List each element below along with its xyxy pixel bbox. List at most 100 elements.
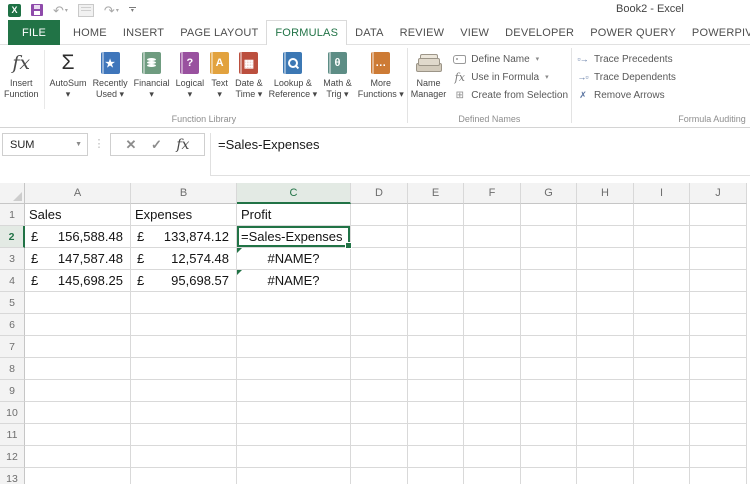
excel-logo-icon[interactable]: X bbox=[8, 4, 21, 17]
enter-button[interactable]: ✓ bbox=[151, 137, 162, 153]
cell-C8[interactable] bbox=[237, 358, 351, 380]
cell-C2[interactable]: =Sales-Expenses bbox=[237, 226, 351, 248]
cell-J2[interactable] bbox=[690, 226, 747, 248]
cell-F3[interactable] bbox=[464, 248, 521, 270]
cell-E4[interactable] bbox=[408, 270, 464, 292]
cell-D10[interactable] bbox=[351, 402, 408, 424]
cell-F8[interactable] bbox=[464, 358, 521, 380]
cell-B7[interactable] bbox=[131, 336, 237, 358]
tab-developer[interactable]: DEVELOPER bbox=[497, 20, 582, 45]
cell-E8[interactable] bbox=[408, 358, 464, 380]
cell-I3[interactable] bbox=[634, 248, 690, 270]
cell-A2[interactable]: £156,588.48 bbox=[25, 226, 131, 248]
cell-F10[interactable] bbox=[464, 402, 521, 424]
row-header-11[interactable]: 11 bbox=[0, 424, 25, 446]
cell-D12[interactable] bbox=[351, 446, 408, 468]
cell-G9[interactable] bbox=[521, 380, 577, 402]
cell-H1[interactable] bbox=[577, 204, 634, 226]
cell-A5[interactable] bbox=[25, 292, 131, 314]
cell-G11[interactable] bbox=[521, 424, 577, 446]
save-icon[interactable] bbox=[31, 4, 43, 16]
tab-page-layout[interactable]: PAGE LAYOUT bbox=[172, 20, 266, 45]
cell-E11[interactable] bbox=[408, 424, 464, 446]
cell-F4[interactable] bbox=[464, 270, 521, 292]
column-header-C[interactable]: C bbox=[237, 183, 351, 204]
cell-I13[interactable] bbox=[634, 468, 690, 484]
cell-F5[interactable] bbox=[464, 292, 521, 314]
cell-G1[interactable] bbox=[521, 204, 577, 226]
cell-D1[interactable] bbox=[351, 204, 408, 226]
financial-button[interactable]: Financial▾ bbox=[131, 48, 173, 100]
cell-G13[interactable] bbox=[521, 468, 577, 484]
cell-D5[interactable] bbox=[351, 292, 408, 314]
define-name-button[interactable]: Define Name▾ bbox=[449, 50, 571, 68]
autosum-button[interactable]: ΣAutoSum▾ bbox=[47, 48, 90, 100]
cell-H10[interactable] bbox=[577, 402, 634, 424]
column-header-I[interactable]: I bbox=[634, 183, 690, 204]
cell-G8[interactable] bbox=[521, 358, 577, 380]
cell-B9[interactable] bbox=[131, 380, 237, 402]
lookup-reference-button[interactable]: Lookup &Reference ▾ bbox=[266, 48, 321, 100]
row-header-6[interactable]: 6 bbox=[0, 314, 25, 336]
select-all-corner[interactable] bbox=[0, 183, 25, 204]
cell-C5[interactable] bbox=[237, 292, 351, 314]
column-header-J[interactable]: J bbox=[690, 183, 747, 204]
cell-C12[interactable] bbox=[237, 446, 351, 468]
cell-C6[interactable] bbox=[237, 314, 351, 336]
tab-review[interactable]: REVIEW bbox=[392, 20, 453, 45]
cell-J1[interactable] bbox=[690, 204, 747, 226]
cell-H8[interactable] bbox=[577, 358, 634, 380]
insert-function-icon[interactable]: fx bbox=[176, 137, 189, 153]
cell-J5[interactable] bbox=[690, 292, 747, 314]
cell-H3[interactable] bbox=[577, 248, 634, 270]
cell-I11[interactable] bbox=[634, 424, 690, 446]
cell-E10[interactable] bbox=[408, 402, 464, 424]
date-time-button[interactable]: ▦Date &Time ▾ bbox=[232, 48, 266, 100]
cell-A8[interactable] bbox=[25, 358, 131, 380]
qat-customize-icon[interactable]: ▾ bbox=[129, 7, 136, 14]
name-box[interactable]: SUM ▼ bbox=[2, 133, 88, 156]
cell-A9[interactable] bbox=[25, 380, 131, 402]
cell-G7[interactable] bbox=[521, 336, 577, 358]
row-header-8[interactable]: 8 bbox=[0, 358, 25, 380]
qat-customize-icon[interactable]: ▾ bbox=[129, 7, 136, 14]
cell-E12[interactable] bbox=[408, 446, 464, 468]
cell-B10[interactable] bbox=[131, 402, 237, 424]
text-button[interactable]: AText▾ bbox=[207, 48, 232, 100]
cell-A4[interactable]: £145,698.25 bbox=[25, 270, 131, 292]
cell-C11[interactable] bbox=[237, 424, 351, 446]
column-header-H[interactable]: H bbox=[577, 183, 634, 204]
cell-E9[interactable] bbox=[408, 380, 464, 402]
row-header-3[interactable]: 3 bbox=[0, 248, 25, 270]
cell-C3[interactable]: #NAME? bbox=[237, 248, 351, 270]
cell-I6[interactable] bbox=[634, 314, 690, 336]
cell-C13[interactable] bbox=[237, 468, 351, 484]
formula-input[interactable]: =Sales-Expenses bbox=[210, 133, 750, 176]
cell-I1[interactable] bbox=[634, 204, 690, 226]
cell-E7[interactable] bbox=[408, 336, 464, 358]
cell-H4[interactable] bbox=[577, 270, 634, 292]
cell-D11[interactable] bbox=[351, 424, 408, 446]
recently-used-button[interactable]: ★RecentlyUsed ▾ bbox=[90, 48, 131, 100]
cell-B5[interactable] bbox=[131, 292, 237, 314]
cell-B2[interactable]: £133,874.12 bbox=[131, 226, 237, 248]
row-header-7[interactable]: 7 bbox=[0, 336, 25, 358]
cell-G12[interactable] bbox=[521, 446, 577, 468]
row-header-13[interactable]: 13 bbox=[0, 468, 25, 484]
tab-power-query[interactable]: POWER QUERY bbox=[582, 20, 684, 45]
cell-F9[interactable] bbox=[464, 380, 521, 402]
cell-B8[interactable] bbox=[131, 358, 237, 380]
cell-H6[interactable] bbox=[577, 314, 634, 336]
cell-D8[interactable] bbox=[351, 358, 408, 380]
cancel-button[interactable]: ✕ bbox=[126, 137, 137, 153]
tab-insert[interactable]: INSERT bbox=[115, 20, 172, 45]
cell-H12[interactable] bbox=[577, 446, 634, 468]
cell-G6[interactable] bbox=[521, 314, 577, 336]
tab-powerpivot[interactable]: POWERPIVOT bbox=[684, 20, 750, 45]
cell-D4[interactable] bbox=[351, 270, 408, 292]
excel-logo-icon[interactable]: X bbox=[8, 4, 21, 17]
cell-B3[interactable]: £12,574.48 bbox=[131, 248, 237, 270]
name-box-dropdown-icon[interactable]: ▼ bbox=[75, 141, 87, 148]
logical-button[interactable]: ?Logical▾ bbox=[173, 48, 208, 100]
cell-J13[interactable] bbox=[690, 468, 747, 484]
